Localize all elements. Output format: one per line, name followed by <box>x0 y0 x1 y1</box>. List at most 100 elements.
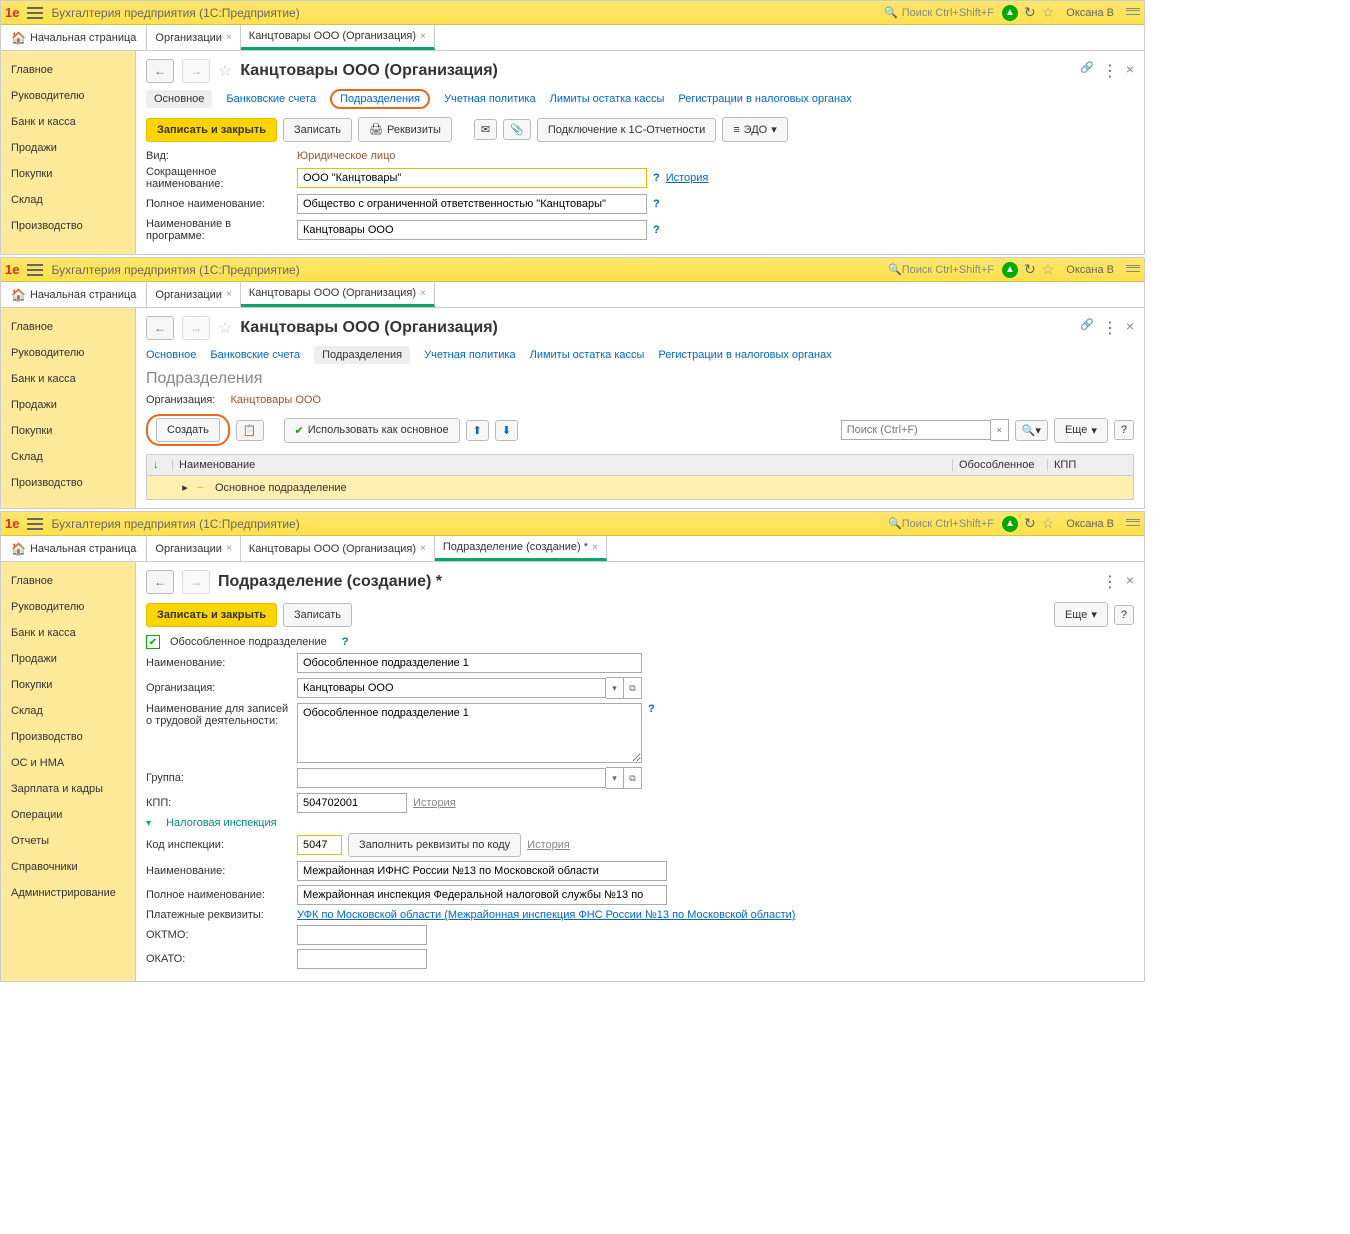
history-link[interactable]: История <box>666 172 709 184</box>
history-icon[interactable]: ↻ <box>1024 261 1036 278</box>
inspection-code-input[interactable] <box>297 835 342 855</box>
help-button[interactable]: ? <box>1114 420 1134 440</box>
sidebar-item[interactable]: Производство <box>1 724 135 750</box>
prog-name-input[interactable] <box>297 220 647 240</box>
sidebar-item[interactable]: Справочники <box>1 854 135 880</box>
sidebar-item[interactable]: Банк и касса <box>1 366 135 392</box>
close-page-icon[interactable]: × <box>1126 572 1134 592</box>
set-default-button[interactable]: ✔Использовать как основное <box>284 418 460 443</box>
sidebar-item[interactable]: Банк и касса <box>1 109 135 135</box>
help-button[interactable]: ? <box>1114 605 1134 625</box>
favorites-icon[interactable]: ☆ <box>1042 261 1055 278</box>
user-name[interactable]: Оксана В <box>1066 7 1114 19</box>
sidebar-item[interactable]: Производство <box>1 470 135 496</box>
sidebar-item[interactable]: Покупки <box>1 161 135 187</box>
more-button[interactable]: Еще▾ <box>1054 418 1108 443</box>
sidebar-item[interactable]: Продажи <box>1 646 135 672</box>
table-row[interactable]: ▸ − Основное подразделение <box>146 476 1134 500</box>
home-tab[interactable]: 🏠Начальная страница <box>1 282 147 307</box>
help-icon[interactable]: ? <box>653 198 660 210</box>
subtab-main[interactable]: Основное <box>146 90 212 108</box>
more-button[interactable]: Еще▾ <box>1054 602 1108 627</box>
sidebar-item[interactable]: Главное <box>1 57 135 83</box>
help-icon[interactable]: ? <box>653 172 660 184</box>
close-page-icon[interactable]: × <box>1126 318 1134 338</box>
okato-input[interactable] <box>297 949 427 969</box>
nav-back-button[interactable]: ← <box>146 570 174 594</box>
subtab-main[interactable]: Основное <box>146 349 196 361</box>
group-input[interactable] <box>297 768 606 788</box>
favorite-star-icon[interactable]: ☆ <box>218 318 232 338</box>
sidebar-item[interactable]: Руководителю <box>1 340 135 366</box>
sidebar-item[interactable]: Склад <box>1 187 135 213</box>
link-icon[interactable]: 🔗 <box>1080 61 1094 81</box>
help-icon[interactable]: ? <box>342 636 349 648</box>
close-icon[interactable]: × <box>592 542 598 553</box>
tab-dept-create[interactable]: Подразделение (создание) *× <box>435 536 607 561</box>
nav-back-button[interactable]: ← <box>146 316 174 340</box>
open-ref-icon[interactable]: ⧉ <box>624 767 642 789</box>
nav-forward-button[interactable]: → <box>182 570 210 594</box>
kpp-input[interactable] <box>297 793 407 813</box>
settings-lines-icon[interactable] <box>1126 264 1140 276</box>
inspection-full-input[interactable] <box>297 885 667 905</box>
close-icon[interactable]: × <box>420 543 426 554</box>
col-separate[interactable]: Обособленное <box>953 459 1048 471</box>
favorite-star-icon[interactable]: ☆ <box>218 61 232 81</box>
dropdown-icon[interactable]: ▾ <box>606 767 624 789</box>
sidebar-item[interactable]: Склад <box>1 444 135 470</box>
short-name-input[interactable] <box>297 168 647 188</box>
more-menu-icon[interactable]: ⋮ <box>1102 318 1118 338</box>
copy-button[interactable]: 📋 <box>236 420 264 441</box>
search-clear-button[interactable]: × <box>991 419 1009 441</box>
settings-lines-icon[interactable] <box>1126 7 1140 19</box>
tab-org-card[interactable]: Канцтовары ООО (Организация)× <box>241 536 435 561</box>
main-menu-icon[interactable] <box>27 264 43 276</box>
tab-org-card[interactable]: Канцтовары ООО (Организация)× <box>241 25 435 50</box>
subtab-bank[interactable]: Банковские счета <box>210 349 300 361</box>
user-name[interactable]: Оксана В <box>1066 518 1114 530</box>
close-icon[interactable]: × <box>226 289 232 300</box>
save-close-button[interactable]: Записать и закрыть <box>146 118 277 142</box>
search-top[interactable]: 🔍Поиск Ctrl+Shift+F <box>884 6 994 19</box>
home-tab[interactable]: 🏠Начальная страница <box>1 25 147 50</box>
close-icon[interactable]: × <box>226 543 232 554</box>
col-name[interactable]: Наименование <box>173 459 953 471</box>
history-icon[interactable]: ↻ <box>1024 4 1036 21</box>
subtab-limits[interactable]: Лимиты остатка кассы <box>530 349 645 361</box>
close-icon[interactable]: × <box>420 31 426 42</box>
edo-button[interactable]: ≡ЭДО▾ <box>722 117 788 142</box>
full-name-input[interactable] <box>297 194 647 214</box>
sidebar-item[interactable]: Покупки <box>1 672 135 698</box>
nav-forward-button[interactable]: → <box>182 59 210 83</box>
settings-lines-icon[interactable] <box>1126 518 1140 530</box>
notifications-icon[interactable]: ▲ <box>1002 5 1018 21</box>
close-page-icon[interactable]: × <box>1126 61 1134 81</box>
history-icon[interactable]: ↻ <box>1024 515 1036 532</box>
dropdown-icon[interactable]: ▾ <box>606 677 624 699</box>
user-name[interactable]: Оксана В <box>1066 264 1114 276</box>
sidebar-item[interactable]: Покупки <box>1 418 135 444</box>
payment-details-link[interactable]: УФК по Московской области (Межрайонная и… <box>297 909 795 921</box>
close-icon[interactable]: × <box>420 288 426 299</box>
envelope-button[interactable]: ✉ <box>474 119 497 140</box>
subtab-policy[interactable]: Учетная политика <box>424 349 515 361</box>
subtab-departments[interactable]: Подразделения <box>314 346 410 364</box>
tab-organizations[interactable]: Организации× <box>147 282 240 307</box>
history-link[interactable]: История <box>527 839 570 851</box>
favorites-icon[interactable]: ☆ <box>1042 515 1055 532</box>
attachment-button[interactable]: 📎 <box>503 119 531 140</box>
subtab-tax-reg[interactable]: Регистрации в налоговых органах <box>678 93 851 105</box>
main-menu-icon[interactable] <box>27 518 43 530</box>
requisites-button[interactable]: 🖨Реквизиты <box>358 117 452 142</box>
open-ref-icon[interactable]: ⧉ <box>624 677 642 699</box>
subtab-policy[interactable]: Учетная политика <box>444 93 535 105</box>
col-kpp[interactable]: КПП <box>1048 459 1133 471</box>
save-close-button[interactable]: Записать и закрыть <box>146 603 277 627</box>
subtab-tax-reg[interactable]: Регистрации в налоговых органах <box>658 349 831 361</box>
notifications-icon[interactable]: ▲ <box>1002 516 1018 532</box>
tab-organizations[interactable]: Организации× <box>147 25 240 50</box>
sidebar-item[interactable]: Руководителю <box>1 83 135 109</box>
sidebar-item[interactable]: Главное <box>1 568 135 594</box>
subtab-limits[interactable]: Лимиты остатка кассы <box>550 93 665 105</box>
